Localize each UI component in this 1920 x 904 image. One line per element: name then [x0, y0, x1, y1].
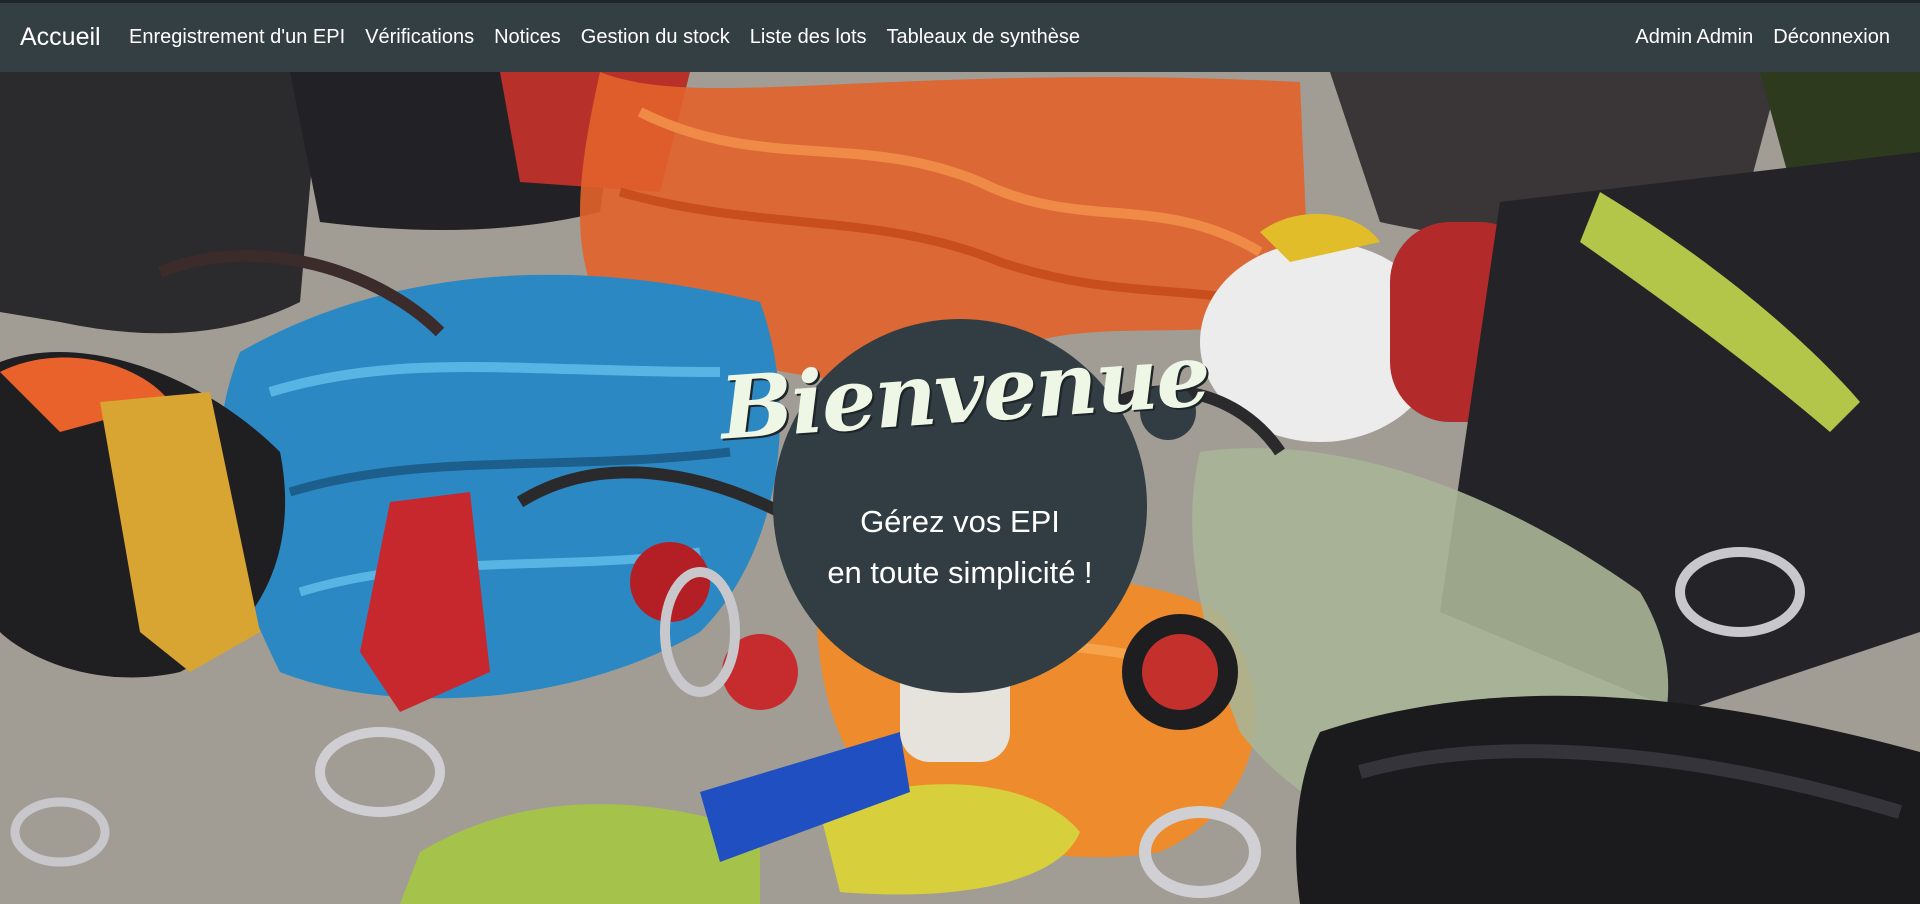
nav-link-verifications[interactable]: Vérifications [365, 26, 474, 49]
welcome-subtitle-line-2: en toute simplicité ! [827, 555, 1093, 590]
user-menu: Admin Admin Déconnexion [1615, 3, 1890, 72]
logout-link[interactable]: Déconnexion [1773, 26, 1890, 49]
nav-menu: Enregistrement d'un EPI Vérifications No… [129, 3, 1100, 72]
nav-link-enregistrement-epi[interactable]: Enregistrement d'un EPI [129, 26, 345, 49]
welcome-subtitle-line-1: Gérez vos EPI [860, 504, 1060, 539]
nav-link-gestion-stock[interactable]: Gestion du stock [581, 26, 730, 49]
user-name-link[interactable]: Admin Admin [1635, 26, 1753, 49]
nav-link-notices[interactable]: Notices [494, 26, 561, 49]
brand-home-link[interactable]: Accueil [20, 3, 101, 72]
hero-banner: Bienvenue Gérez vos EPI en toute simplic… [0, 72, 1920, 904]
top-navbar: Accueil Enregistrement d'un EPI Vérifica… [0, 0, 1920, 72]
nav-link-liste-lots[interactable]: Liste des lots [750, 26, 867, 49]
welcome-subtitle: Gérez vos EPI en toute simplicité ! [773, 496, 1147, 598]
nav-link-tableaux-synthese[interactable]: Tableaux de synthèse [887, 26, 1080, 49]
